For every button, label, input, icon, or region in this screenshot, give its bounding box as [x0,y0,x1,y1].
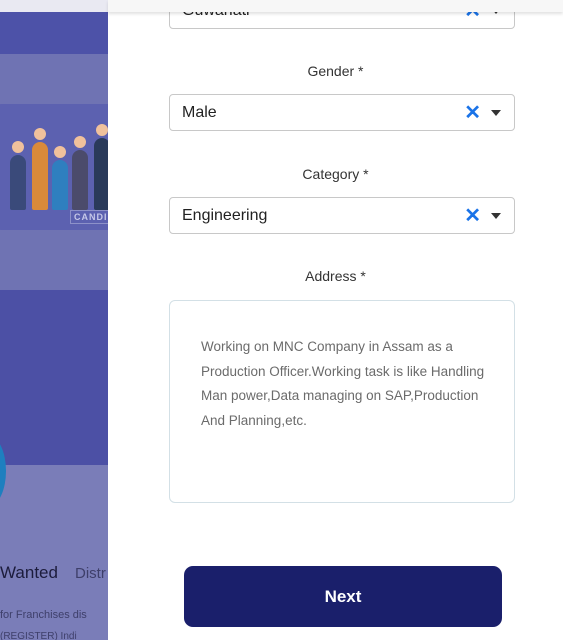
next-button[interactable]: Next [184,566,502,627]
category-select[interactable]: Engineering ✕ [169,197,515,234]
person-illustration [32,128,48,210]
category-value: Engineering [182,207,268,224]
address-label: Address * [305,268,366,284]
person-illustration [52,146,68,210]
drawer-top-bar [108,0,563,12]
form-drawer: Guwahati ✕ Gender * Male ✕ Category * En… [108,0,563,640]
caret-down-icon[interactable] [491,110,501,116]
gender-select[interactable]: Male ✕ [169,94,515,131]
person-illustration [10,141,26,210]
close-x-icon[interactable]: ✕ [464,206,481,226]
person-illustration [72,136,88,210]
gender-value: Male [182,104,217,121]
wanted-text: Wanted [0,563,58,582]
address-text: Working on MNC Company in Assam as a Pro… [201,339,485,428]
gender-label: Gender * [307,63,364,79]
register-text: (REGISTER) Indi [0,631,77,640]
franchise-text: for Franchises dis [0,609,87,621]
close-x-icon[interactable]: ✕ [464,103,481,123]
caret-down-icon[interactable] [491,213,501,219]
category-label: Category * [302,166,369,182]
address-textarea[interactable]: Working on MNC Company in Assam as a Pro… [169,300,515,503]
district-text: Distr [75,565,106,582]
